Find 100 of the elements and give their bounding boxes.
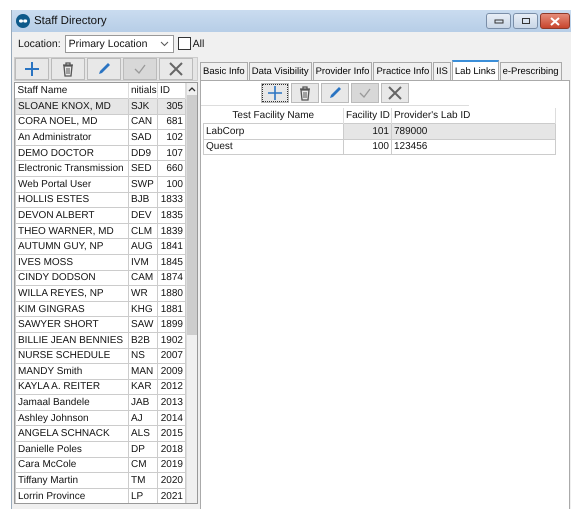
table-cell: Lorrin Province (16, 488, 128, 503)
pencil-icon (96, 61, 112, 77)
table-cell: WILLA REYES, NP (16, 286, 128, 302)
tab[interactable]: IIS (433, 62, 451, 80)
table-cell: 100 (344, 139, 392, 155)
table-cell: BJB (128, 192, 158, 208)
table-cell: THEO WARNER, MD (16, 223, 128, 239)
table-cell: DD9 (128, 145, 158, 161)
table-cell: An Administrator (16, 130, 128, 146)
table-cell: BILLIE JEAN BENNIES (16, 332, 128, 348)
table-cell: CINDY DODSON (16, 270, 128, 286)
tab[interactable]: Basic Info (200, 62, 248, 80)
table-cell: CAM (128, 270, 158, 286)
table-cell: CORA NOEL, MD (16, 114, 128, 130)
table-cell: KIM GINGRAS (16, 301, 128, 317)
table-cell: CAN (128, 114, 158, 130)
table-cell: MAN (128, 364, 158, 380)
table-cell: AUTUMN GUY, NP (16, 238, 128, 254)
table-cell: SWP (128, 176, 158, 192)
trash-icon (298, 85, 312, 101)
table-cell: ANGELA SCHNACK (16, 426, 128, 442)
table-cell: IVES MOSS (16, 254, 128, 270)
table-cell: DEMO DOCTOR (16, 145, 128, 161)
table-cell: Jamaal Bandele (16, 394, 128, 410)
table-cell: Cara McCole (16, 457, 128, 473)
delete-button[interactable] (51, 58, 85, 80)
table-cell: AUG (128, 238, 158, 254)
table-cell: B2B (128, 332, 158, 348)
chevron-down-icon (160, 40, 169, 46)
column-header[interactable]: Staff Name (16, 83, 128, 98)
table-cell: SAD (128, 130, 158, 146)
location-label: Location: (18, 38, 61, 50)
window-title: Staff Directory (34, 15, 107, 27)
table-cell: MANDY Smith (16, 364, 128, 380)
table-cell: KAYLA A. REITER (16, 379, 128, 395)
tab[interactable]: Lab Links (452, 60, 499, 80)
table-cell: LP (128, 488, 158, 503)
cancel-button[interactable] (159, 58, 193, 80)
table-cell: 305 (158, 98, 186, 114)
table-cell: Danielle Poles (16, 442, 128, 458)
plus-icon (24, 61, 40, 77)
edit-button[interactable] (87, 58, 121, 80)
tab[interactable]: e-Prescribing (500, 62, 562, 80)
table-cell: SLOANE KNOX, MD (16, 98, 128, 114)
table-cell: WR (128, 286, 158, 302)
table-cell: DEV (128, 208, 158, 224)
table-cell: Ashley Johnson (16, 410, 128, 426)
app-logo-icon (16, 14, 30, 28)
table-cell: DP (128, 442, 158, 458)
table-cell: SJK (128, 98, 158, 114)
edit-button[interactable] (321, 83, 349, 103)
close-icon (550, 16, 560, 26)
table-cell: 101 (344, 124, 392, 140)
plus-icon (267, 85, 283, 101)
table-cell: CM (128, 457, 158, 473)
table-cell: 123456 (392, 139, 556, 155)
table-cell: Quest (204, 139, 344, 155)
cancel-button[interactable] (381, 83, 409, 103)
all-label: All (192, 38, 204, 50)
table-cell: Electronic Transmission (16, 160, 128, 176)
x-icon (168, 61, 184, 77)
chevron-up-icon (188, 86, 196, 92)
trash-icon (61, 61, 75, 77)
table-cell: CLM (128, 223, 158, 239)
tab[interactable]: Provider Info (312, 62, 372, 80)
tab[interactable]: Practice Info (373, 62, 432, 80)
column-header[interactable]: Provider's Lab ID (392, 108, 556, 124)
table-cell: ALS (128, 426, 158, 442)
column-header[interactable]: Facility ID (344, 108, 392, 124)
column-header[interactable]: ID (158, 83, 186, 98)
delete-button[interactable] (291, 83, 319, 103)
table-cell: Tiffany Martin (16, 472, 128, 488)
table-cell: KAR (128, 379, 158, 395)
table-cell: Web Portal User (16, 176, 128, 192)
close-button[interactable] (540, 13, 570, 29)
scrollbar[interactable] (186, 83, 197, 503)
table-cell: TM (128, 472, 158, 488)
minimize-button[interactable] (486, 13, 511, 29)
tab[interactable]: Data Visibility (248, 62, 312, 80)
pencil-icon (327, 85, 343, 101)
table-cell: IVM (128, 254, 158, 270)
column-header[interactable]: Test Facility Name (204, 108, 344, 124)
table-cell: SAW (128, 316, 158, 332)
minimize-icon (494, 18, 504, 24)
all-checkbox[interactable] (178, 37, 191, 50)
table-cell: JAB (128, 394, 158, 410)
table-cell: DEVON ALBERT (16, 208, 128, 224)
table-cell: 789000 (392, 124, 556, 140)
maximize-button[interactable] (513, 13, 538, 29)
x-icon (387, 85, 403, 101)
maximize-icon (520, 17, 530, 25)
table-cell: SED (128, 160, 158, 176)
column-header[interactable]: nitials (128, 83, 158, 98)
table-cell: SAWYER SHORT (16, 316, 128, 332)
location-dropdown[interactable]: Primary Location (64, 34, 174, 52)
table-cell: HOLLIS ESTES (16, 192, 128, 208)
table-cell: AJ (128, 410, 158, 426)
add-button[interactable] (261, 83, 289, 103)
table-cell: NS (128, 348, 158, 364)
table-cell: KHG (128, 301, 158, 317)
